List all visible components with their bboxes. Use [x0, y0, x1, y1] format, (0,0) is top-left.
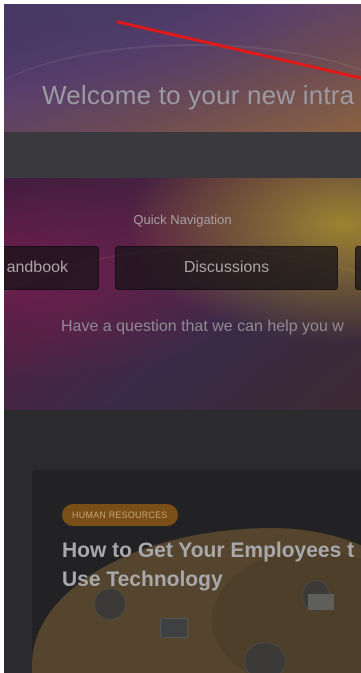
card-image-laptop: [160, 618, 188, 638]
news-card-title[interactable]: How to Get Your Employees t Use Technolo…: [62, 536, 361, 594]
card-image-person: [244, 642, 286, 673]
discussions-button[interactable]: Discussions: [115, 246, 338, 290]
quick-nav-button-3[interactable]: [355, 246, 361, 290]
card-image-paper: [308, 594, 334, 610]
news-card-title-line-1: How to Get Your Employees t: [62, 539, 355, 562]
handbook-button[interactable]: andbook: [4, 246, 99, 290]
quick-navigation-section: Quick Navigation andbook Discussions Hav…: [4, 178, 361, 410]
handbook-button-label: andbook: [6, 259, 68, 276]
annotation-arrow: [116, 20, 361, 80]
news-card[interactable]: HUMAN RESOURCES How to Get Your Employee…: [32, 470, 361, 673]
section-divider: [4, 132, 361, 178]
annotation-line-stroke: [116, 20, 361, 80]
page-viewport: Welcome to your new intra Quick Navigati…: [4, 4, 361, 673]
quick-navigation-heading: Quick Navigation: [133, 212, 232, 227]
help-question-text: Have a question that we can help you w: [61, 318, 344, 335]
news-card-title-line-2: Use Technology: [62, 568, 223, 591]
category-badge[interactable]: HUMAN RESOURCES: [62, 504, 178, 526]
